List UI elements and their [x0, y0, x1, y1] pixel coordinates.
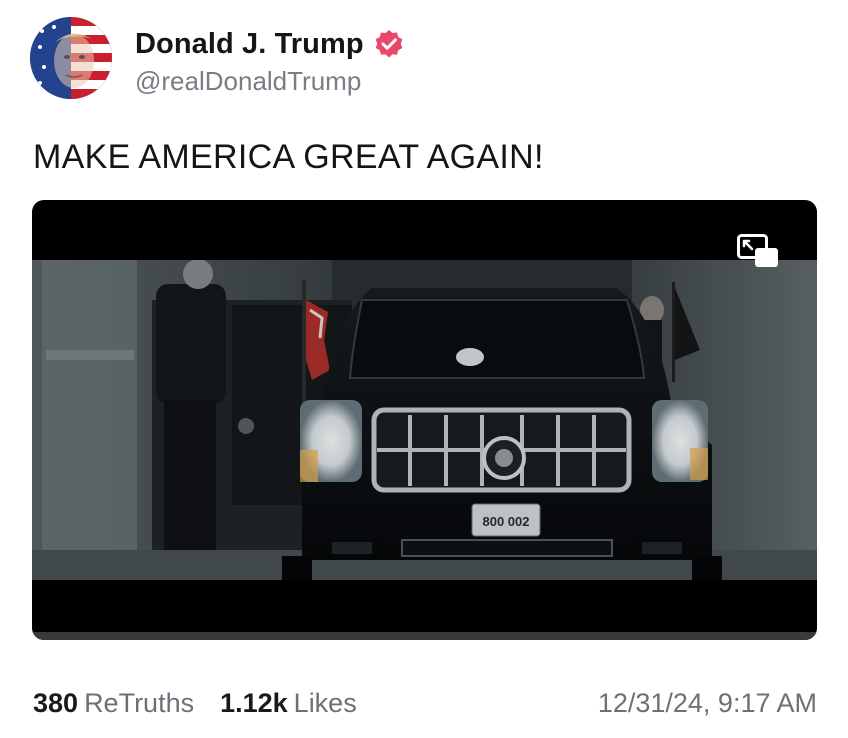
likes-label: Likes	[293, 688, 357, 718]
author-avatar[interactable]	[30, 17, 112, 99]
video-progress-bar[interactable]	[32, 632, 817, 640]
video-frame[interactable]: 800 002	[32, 260, 817, 580]
post-text: MAKE AMERICA GREAT AGAIN!	[33, 138, 544, 176]
likes-stat[interactable]: 1.12k Likes	[220, 688, 357, 719]
post-stats: 380 ReTruths 1.12k Likes 12/31/24, 9:17 AM	[33, 688, 817, 719]
post-timestamp[interactable]: 12/31/24, 9:17 AM	[598, 688, 817, 719]
picture-in-picture-icon[interactable]	[737, 234, 779, 268]
likes-count: 1.12k	[220, 688, 288, 718]
author-name-row: Donald J. Trump	[135, 24, 404, 64]
author-handle[interactable]: @realDonaldTrump	[135, 66, 361, 97]
retruths-stat[interactable]: 380 ReTruths	[33, 688, 194, 719]
truth-post: Donald J. Trump @realDonaldTrump MAKE AM…	[0, 0, 848, 738]
retruths-label: ReTruths	[84, 688, 195, 718]
avatar-image	[30, 17, 112, 99]
verified-badge-icon	[374, 29, 404, 59]
video-player[interactable]: 800 002	[32, 200, 817, 640]
retruths-count: 380	[33, 688, 79, 718]
author-display-name[interactable]: Donald J. Trump	[135, 28, 364, 61]
